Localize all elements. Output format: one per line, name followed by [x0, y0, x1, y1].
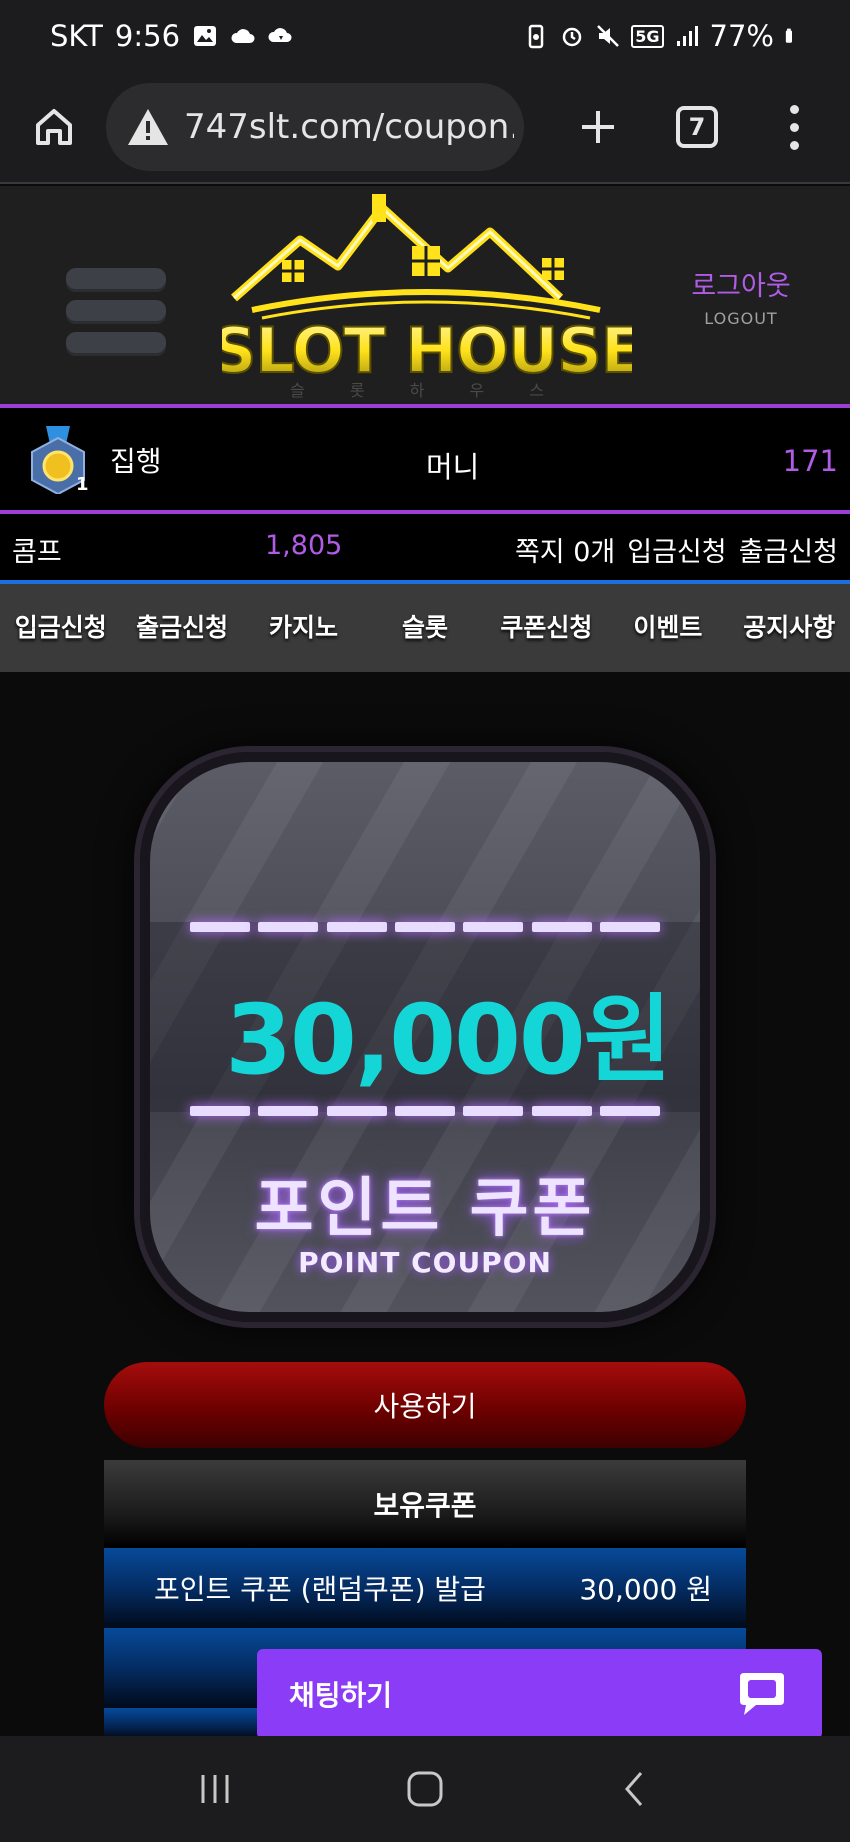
address-bar[interactable]: 747slt.com/coupon.a	[106, 83, 524, 171]
home-button[interactable]	[28, 101, 80, 153]
battery-percent: 77%	[709, 19, 774, 53]
nav-item-withdraw[interactable]: 출금신청	[121, 584, 242, 672]
nav-item-slot[interactable]: 슬롯	[364, 584, 485, 672]
recent-apps-icon	[201, 1775, 229, 1803]
logo-subtext: 슬 롯 하 우 스	[290, 381, 564, 400]
coupon-title-en: POINT COUPON	[298, 1246, 552, 1279]
new-tab-button[interactable]	[574, 103, 622, 151]
nav-item-notice[interactable]: 공지사항	[729, 584, 850, 672]
comp-value: 1,805	[265, 530, 343, 561]
slot-house-logo[interactable]: SLOT HOUSE 슬 롯 하 우 스	[211, 194, 644, 400]
logout-label-ko: 로그아웃	[691, 271, 791, 302]
chat-bubble-icon	[740, 1673, 784, 1715]
money-label: 머니	[426, 450, 480, 484]
coupon-title-ko: 포인트 쿠폰	[254, 1172, 596, 1246]
battery-saver-icon	[529, 24, 544, 49]
coupon-divider	[190, 1106, 660, 1116]
main-nav: 입금신청 출금신청 카지노 슬롯 쿠폰신청 이벤트 공지사항	[0, 584, 850, 672]
level-number: 1	[76, 474, 89, 494]
home-nav-button[interactable]	[395, 1759, 455, 1819]
battery-icon	[785, 28, 792, 43]
url-text[interactable]: 747slt.com/coupon.a	[184, 107, 514, 147]
home-icon	[36, 109, 72, 145]
nav-item-casino[interactable]: 카지노	[243, 584, 364, 672]
tab-switcher-button[interactable]: 7	[676, 106, 718, 148]
nav-item-deposit[interactable]: 입금신청	[0, 584, 121, 672]
level-medal-icon: 1	[31, 426, 89, 494]
withdraw-link[interactable]: 출금신청	[739, 530, 838, 569]
status-bar: SKT 9:56 5G 77%	[0, 0, 850, 72]
signal-icon	[676, 26, 698, 46]
cloud-sync-icon	[268, 28, 292, 42]
cloud-icon	[231, 29, 255, 43]
logout-label-en: LOGOUT	[704, 309, 778, 328]
logo-text: SLOT HOUSE	[222, 314, 632, 387]
site-header: SLOT HOUSE 슬 롯 하 우 스 로그아웃 LOGOUT	[0, 186, 850, 404]
alarm-icon	[563, 27, 582, 47]
clock: 9:56	[114, 19, 181, 53]
money-value: 171	[782, 444, 838, 478]
network-type: 5G	[631, 24, 664, 48]
browser-toolbar: 747slt.com/coupon.a 7	[0, 72, 850, 184]
user-info-bar: 1 집행 머니 171	[0, 404, 850, 514]
mute-icon	[597, 25, 620, 47]
chat-button[interactable]: 채팅하기	[257, 1649, 822, 1739]
use-coupon-button[interactable]: 사용하기	[104, 1362, 746, 1448]
deposit-link[interactable]: 입금신청	[627, 530, 726, 569]
more-options-icon[interactable]	[788, 104, 800, 150]
recent-apps-button[interactable]	[185, 1759, 245, 1819]
hamburger-menu-icon[interactable]	[66, 268, 166, 356]
plus-icon	[582, 111, 614, 143]
owned-coupon-row[interactable]: 포인트 쿠폰 (랜덤쿠폰) 발급 30,000 원	[104, 1548, 746, 1628]
coupon-card: 30,000원 포인트 쿠폰 POINT COUPON	[140, 752, 710, 1322]
username: 집행	[110, 445, 162, 478]
carrier-label: SKT	[50, 19, 103, 53]
back-icon	[625, 1772, 643, 1806]
logout-button[interactable]: 로그아웃 LOGOUT	[690, 264, 792, 328]
nav-item-coupon[interactable]: 쿠폰신청	[486, 584, 607, 672]
comp-bar: 콤프 1,805 쪽지 0개 입금신청 출금신청	[0, 514, 850, 584]
nav-item-event[interactable]: 이벤트	[607, 584, 728, 672]
comp-label: 콤프	[12, 537, 62, 568]
owned-coupon-amount: 30,000 원	[579, 1573, 712, 1606]
messages-link[interactable]: 쪽지 0개	[515, 530, 615, 569]
coupon-amount: 30,000원	[225, 984, 672, 1096]
android-navigation-bar	[0, 1736, 850, 1842]
home-nav-icon	[407, 1771, 443, 1807]
owned-coupons-header: 보유쿠폰	[104, 1460, 746, 1548]
warning-icon[interactable]	[126, 107, 170, 147]
back-button[interactable]	[605, 1759, 665, 1819]
gallery-icon	[194, 26, 217, 46]
chat-label: 채팅하기	[289, 1679, 393, 1712]
coupon-divider	[190, 922, 660, 932]
owned-coupon-name: 포인트 쿠폰 (랜덤쿠폰) 발급	[154, 1573, 486, 1606]
